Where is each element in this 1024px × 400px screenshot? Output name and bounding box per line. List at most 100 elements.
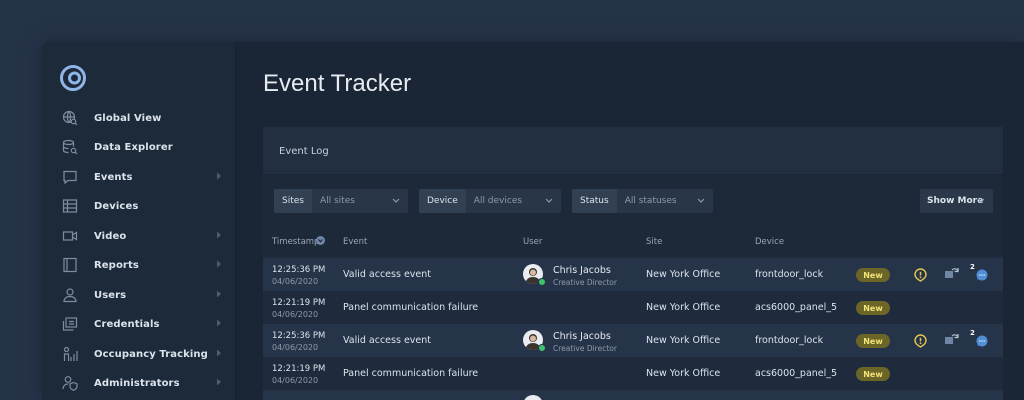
page-title: Event Tracker: [263, 70, 412, 97]
sync-icon[interactable]: [944, 331, 959, 346]
devices-grid-icon: [62, 199, 78, 213]
column-header-event[interactable]: Event: [343, 237, 367, 247]
filter-value-text: All sites: [319, 196, 355, 206]
row-user-role: Creative Director: [553, 278, 617, 287]
sidebar-item-video[interactable]: Video: [42, 222, 235, 250]
reports-icon: [63, 257, 77, 273]
table-row[interactable]: 12:25:36 PM 04/06/2020 Valid access even…: [263, 258, 1003, 291]
row-site: New York Office: [646, 368, 721, 379]
panel-title: Event Log: [279, 146, 329, 157]
chevron-down-icon: [545, 198, 553, 203]
show-more-button[interactable]: Show More: [920, 189, 993, 213]
column-header-device[interactable]: Device: [755, 237, 784, 247]
table-row[interactable]: 12:21:19 PM 04/06/2020 Panel communicati…: [263, 291, 1003, 324]
sidebar-item-occupancy-tracking[interactable]: Occupancy Tracking: [42, 340, 235, 368]
alert-icon[interactable]: [914, 268, 927, 282]
row-date: 04/06/2020: [272, 376, 319, 385]
row-user-name: Chris Jacobs: [553, 331, 611, 342]
alert-icon[interactable]: [914, 334, 927, 348]
avatar[interactable]: [523, 395, 543, 400]
sidebar-item-label: Events: [94, 171, 133, 183]
chevron-right-icon: [217, 231, 221, 239]
table-header: Timestamp Event User Site Device: [263, 225, 1003, 257]
filter-value: All devices: [466, 189, 561, 213]
filter-key: Status: [572, 189, 617, 213]
filter-value: All statuses: [617, 189, 713, 213]
row-device: frontdoor_lock: [755, 269, 824, 280]
chevron-down-icon: [977, 198, 985, 203]
database-search-icon: [62, 139, 78, 155]
row-device: acs6000_panel_5: [755, 368, 838, 379]
column-header-timestamp[interactable]: Timestamp: [272, 237, 319, 247]
table-row[interactable]: 12:25:36 PM 04/06/2020 Valid access even…: [263, 324, 1003, 357]
row-time: 12:25:36 PM: [272, 331, 326, 341]
video-camera-icon: [62, 231, 78, 241]
filter-value-text: All devices: [473, 196, 523, 206]
sidebar-item-label: Devices: [94, 200, 139, 212]
chevron-right-icon: [217, 319, 221, 327]
sidebar-item-users[interactable]: Users: [42, 281, 235, 309]
row-device: acs6000_panel_5: [755, 302, 838, 313]
globe-search-icon: [62, 110, 78, 126]
app-logo-icon[interactable]: [59, 64, 87, 92]
sidebar-item-label: Video: [94, 230, 127, 242]
column-header-site[interactable]: Site: [646, 237, 662, 247]
column-header-user[interactable]: User: [523, 237, 542, 247]
chevron-down-icon: [392, 198, 400, 203]
sidebar-item-reports[interactable]: Reports: [42, 251, 235, 279]
row-site: New York Office: [646, 302, 721, 313]
row-event: Panel communication failure: [343, 368, 479, 379]
sidebar-item-devices[interactable]: Devices: [42, 192, 235, 220]
user-icon: [63, 288, 77, 303]
row-user-role: Creative Director: [553, 344, 617, 353]
row-date: 04/06/2020: [272, 277, 319, 286]
table-row[interactable]: [263, 390, 1003, 400]
sidebar-item-label: Reports: [94, 259, 139, 271]
row-time: 12:25:36 PM: [272, 265, 326, 275]
row-date: 04/06/2020: [272, 343, 319, 352]
admin-icon: [62, 376, 78, 391]
chevron-right-icon: [217, 172, 221, 180]
sidebar-item-label: Occupancy Tracking: [94, 348, 208, 360]
status-badge: New: [856, 268, 890, 282]
message-icon: [63, 170, 77, 185]
row-time: 12:21:19 PM: [272, 298, 326, 308]
sidebar-item-credentials[interactable]: Credentials: [42, 310, 235, 338]
online-status-dot: [538, 344, 546, 352]
sidebar-item-label: Credentials: [94, 318, 160, 330]
status-badge: New: [856, 367, 890, 381]
sites-filter[interactable]: Sites All sites: [274, 189, 408, 213]
row-event: Valid access event: [343, 335, 432, 346]
comment-count: 2: [970, 329, 975, 337]
device-filter[interactable]: Device All devices: [419, 189, 561, 213]
chevron-right-icon: [217, 378, 221, 386]
sort-down-icon[interactable]: [316, 236, 325, 245]
row-user-name: Chris Jacobs: [553, 265, 611, 276]
sidebar: Global View Data Explorer Events Devices: [42, 42, 236, 400]
show-more-label: Show More: [927, 196, 984, 206]
chevron-right-icon: [217, 260, 221, 268]
comment-count: 2: [970, 263, 975, 271]
chevron-down-icon: [697, 198, 705, 203]
status-badge: New: [856, 334, 890, 348]
event-log-panel: Event Log Sites All sites Device All dev…: [263, 127, 1003, 400]
row-time: 12:21:19 PM: [272, 364, 326, 374]
sidebar-item-events[interactable]: Events: [42, 163, 235, 191]
table-row[interactable]: 12:21:19 PM 04/06/2020 Panel communicati…: [263, 357, 1003, 390]
sync-icon[interactable]: [944, 265, 959, 280]
panel-header: Event Log: [263, 127, 1003, 175]
sidebar-item-administrators[interactable]: Administrators: [42, 369, 235, 397]
app-window: Global View Data Explorer Events Devices: [42, 42, 1024, 400]
credentials-icon: [62, 317, 78, 331]
sidebar-item-data-explorer[interactable]: Data Explorer: [42, 133, 235, 161]
filter-bar: Sites All sites Device All devices Statu…: [263, 175, 1003, 225]
chevron-right-icon: [217, 349, 221, 357]
filter-value: All sites: [312, 189, 408, 213]
status-filter[interactable]: Status All statuses: [572, 189, 713, 213]
status-badge: New: [856, 301, 890, 315]
sidebar-item-label: Users: [94, 289, 127, 301]
chevron-right-icon: [217, 290, 221, 298]
sidebar-item-global-view[interactable]: Global View: [42, 104, 235, 132]
row-date: 04/06/2020: [272, 310, 319, 319]
sidebar-item-label: Global View: [94, 112, 162, 124]
